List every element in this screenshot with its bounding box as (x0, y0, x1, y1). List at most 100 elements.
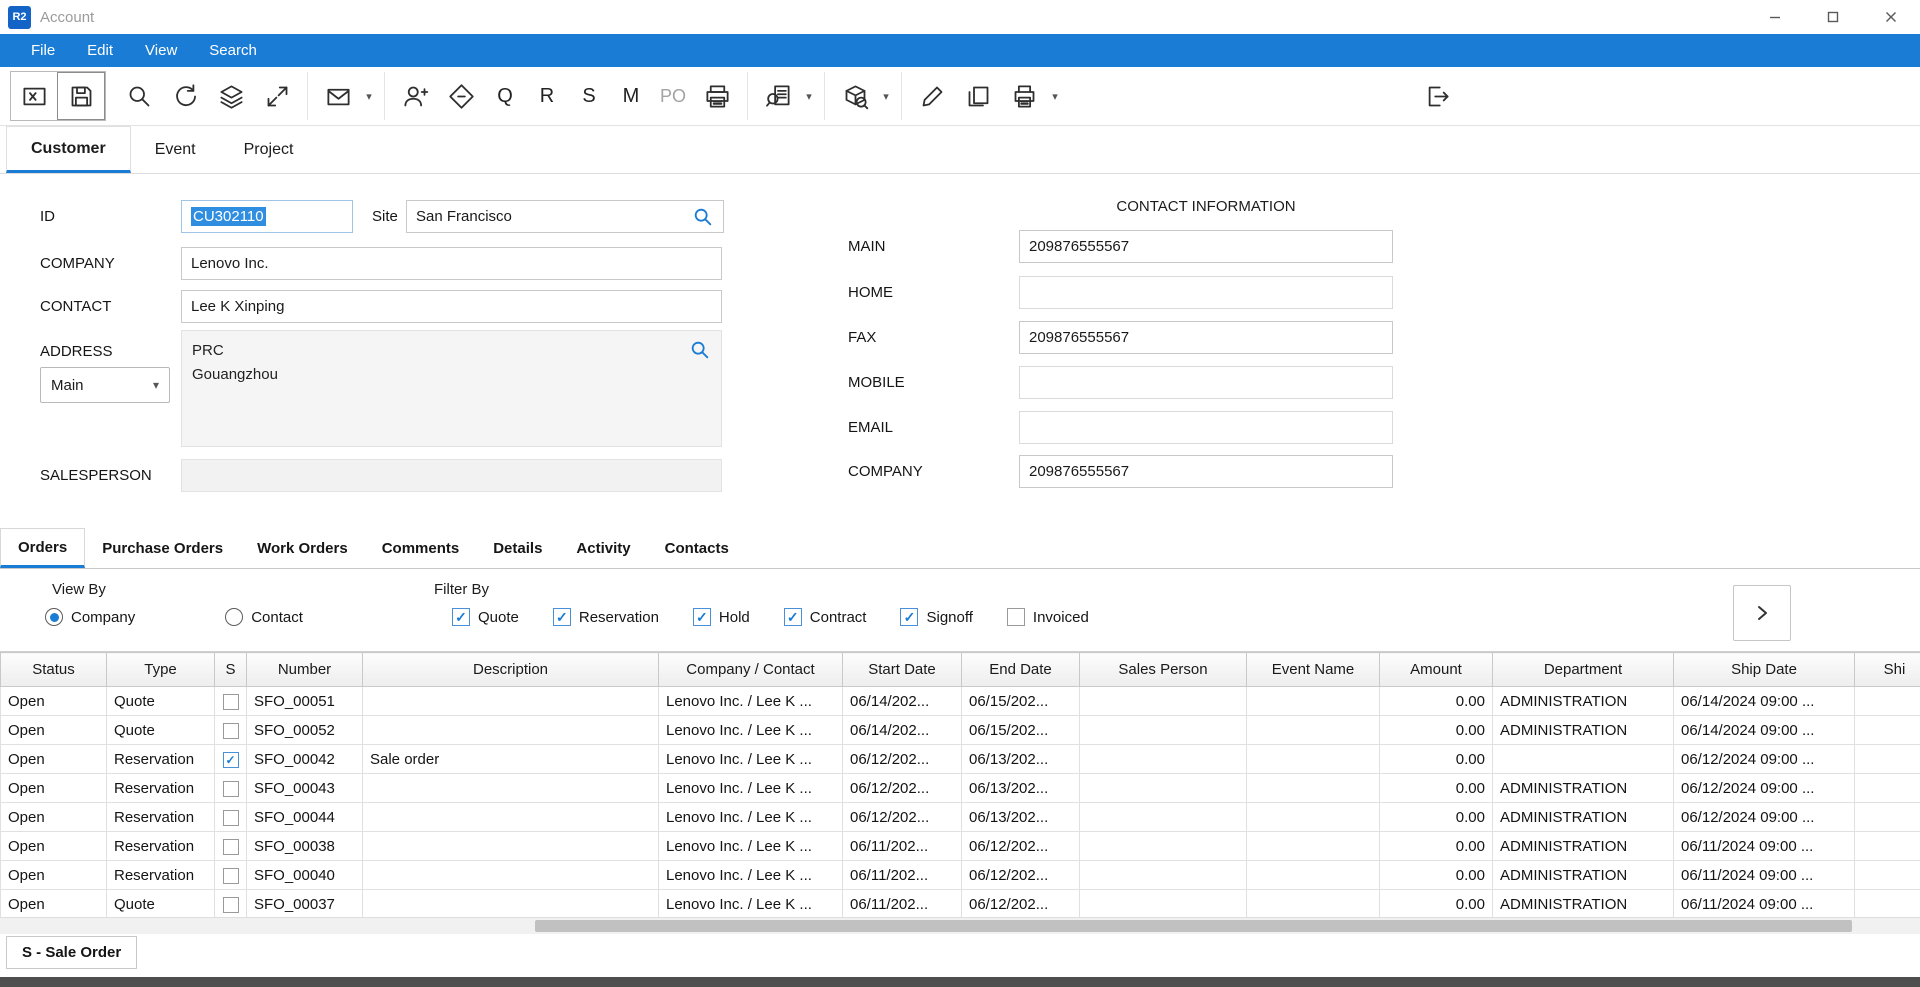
contact-field[interactable]: Lee K Xinping (181, 290, 722, 323)
col-type[interactable]: Type (107, 653, 215, 687)
filter-signoff-checkbox[interactable]: ✓Signoff (900, 608, 972, 626)
copy-button[interactable] (955, 73, 1001, 119)
quote-button[interactable]: Q (484, 73, 526, 119)
edit-button[interactable] (909, 73, 955, 119)
tab-event[interactable]: Event (131, 126, 220, 173)
delete-record-button[interactable] (11, 73, 57, 119)
table-row[interactable]: OpenReservationSFO_00044Lenovo Inc. / Le… (1, 803, 1920, 832)
save-button[interactable] (57, 72, 105, 120)
table-row[interactable]: OpenQuoteSFO_00052Lenovo Inc. / Lee K ..… (1, 716, 1920, 745)
sale-order-button[interactable]: S (568, 73, 610, 119)
refresh-button[interactable] (162, 73, 208, 119)
id-field[interactable]: CU302110 (181, 200, 353, 233)
row-select-checkbox[interactable]: ✓ (223, 752, 239, 768)
col-s[interactable]: S (215, 653, 247, 687)
horizontal-scrollbar[interactable] (0, 917, 1920, 934)
company-phone-field[interactable]: 209876555567 (1019, 455, 1393, 488)
tab-project[interactable]: Project (220, 126, 318, 173)
subtab-work-orders[interactable]: Work Orders (240, 528, 365, 568)
site-field[interactable]: San Francisco (406, 200, 724, 233)
menu-search[interactable]: Search (193, 34, 273, 67)
menu-edit[interactable]: Edit (71, 34, 129, 67)
inventory-search-dropdown-caret[interactable]: ▾ (878, 73, 894, 119)
col-ship-date[interactable]: Ship Date (1674, 653, 1855, 687)
row-select-checkbox[interactable] (223, 868, 239, 884)
col-status[interactable]: Status (1, 653, 107, 687)
col-start-date[interactable]: Start Date (843, 653, 962, 687)
table-row[interactable]: OpenQuoteSFO_00051Lenovo Inc. / Lee K ..… (1, 687, 1920, 716)
row-select-checkbox[interactable] (223, 781, 239, 797)
col-event-name[interactable]: Event Name (1247, 653, 1380, 687)
fax-field[interactable]: 209876555567 (1019, 321, 1393, 354)
cell-start-date: 06/12/202... (843, 745, 962, 774)
view-by-company-radio[interactable]: Company (45, 608, 135, 626)
address-search-icon[interactable] (689, 339, 711, 361)
row-select-checkbox[interactable] (223, 810, 239, 826)
tag-button[interactable] (438, 73, 484, 119)
table-row[interactable]: OpenReservationSFO_00040Lenovo Inc. / Le… (1, 861, 1920, 890)
subtab-comments[interactable]: Comments (365, 528, 477, 568)
col-amount[interactable]: Amount (1380, 653, 1493, 687)
print-dropdown-caret[interactable]: ▾ (1047, 73, 1063, 119)
email-field[interactable] (1019, 411, 1393, 444)
reservation-button[interactable]: R (526, 73, 568, 119)
salesperson-field[interactable] (181, 459, 722, 492)
document-search-dropdown-caret[interactable]: ▾ (801, 73, 817, 119)
tab-customer[interactable]: Customer (6, 126, 131, 173)
menu-file[interactable]: File (15, 34, 71, 67)
subtab-purchase-orders[interactable]: Purchase Orders (85, 528, 240, 568)
subtab-activity[interactable]: Activity (559, 528, 647, 568)
filter-contract-checkbox[interactable]: ✓Contract (784, 608, 867, 626)
cell-description (363, 832, 659, 861)
address-type-value: Main (51, 377, 84, 394)
col-department[interactable]: Department (1493, 653, 1674, 687)
row-select-checkbox[interactable] (223, 839, 239, 855)
email-button[interactable] (315, 73, 361, 119)
filter-invoiced-checkbox[interactable]: Invoiced (1007, 608, 1089, 626)
col-ship-extra[interactable]: Shi (1855, 653, 1920, 687)
search-button[interactable] (116, 73, 162, 119)
col-sales-person[interactable]: Sales Person (1080, 653, 1247, 687)
col-number[interactable]: Number (247, 653, 363, 687)
maximize-button[interactable] (1804, 0, 1862, 34)
maintenance-button[interactable]: M (610, 73, 652, 119)
col-end-date[interactable]: End Date (962, 653, 1080, 687)
col-company-contact[interactable]: Company / Contact (659, 653, 843, 687)
exit-button[interactable] (1414, 73, 1460, 119)
main-phone-field[interactable]: 209876555567 (1019, 230, 1393, 263)
document-search-button[interactable] (755, 73, 801, 119)
filter-reservation-checkbox[interactable]: ✓Reservation (553, 608, 659, 626)
email-dropdown-caret[interactable]: ▾ (361, 73, 377, 119)
close-button[interactable] (1862, 0, 1920, 34)
next-button[interactable] (1733, 585, 1791, 641)
add-contact-button[interactable] (392, 73, 438, 119)
home-phone-field[interactable] (1019, 276, 1393, 309)
company-field[interactable]: Lenovo Inc. (181, 247, 722, 280)
row-select-checkbox[interactable] (223, 694, 239, 710)
filter-hold-checkbox[interactable]: ✓Hold (693, 608, 750, 626)
inventory-search-button[interactable] (832, 73, 878, 119)
layers-button[interactable] (208, 73, 254, 119)
expand-button[interactable] (254, 73, 300, 119)
col-description[interactable]: Description (363, 653, 659, 687)
address-type-select[interactable]: Main ▾ (40, 367, 170, 403)
view-by-contact-radio[interactable]: Contact (225, 608, 303, 626)
subtab-details[interactable]: Details (476, 528, 559, 568)
subtab-contacts[interactable]: Contacts (648, 528, 746, 568)
mobile-field[interactable] (1019, 366, 1393, 399)
fax-button[interactable] (694, 73, 740, 119)
site-search-icon[interactable] (692, 206, 714, 228)
table-row[interactable]: OpenReservationSFO_00043Lenovo Inc. / Le… (1, 774, 1920, 803)
minimize-button[interactable] (1746, 0, 1804, 34)
table-row[interactable]: OpenReservation✓SFO_00042Sale orderLenov… (1, 745, 1920, 774)
filter-quote-checkbox[interactable]: ✓Quote (452, 608, 519, 626)
subtab-orders[interactable]: Orders (0, 528, 85, 568)
table-row[interactable]: OpenReservationSFO_00038Lenovo Inc. / Le… (1, 832, 1920, 861)
table-row[interactable]: OpenQuoteSFO_00037Lenovo Inc. / Lee K ..… (1, 890, 1920, 919)
print-button[interactable] (1001, 73, 1047, 119)
menu-view[interactable]: View (129, 34, 193, 67)
scrollbar-thumb[interactable] (535, 920, 1852, 932)
address-field[interactable]: PRC Gouangzhou (181, 330, 722, 447)
row-select-checkbox[interactable] (223, 897, 239, 913)
row-select-checkbox[interactable] (223, 723, 239, 739)
